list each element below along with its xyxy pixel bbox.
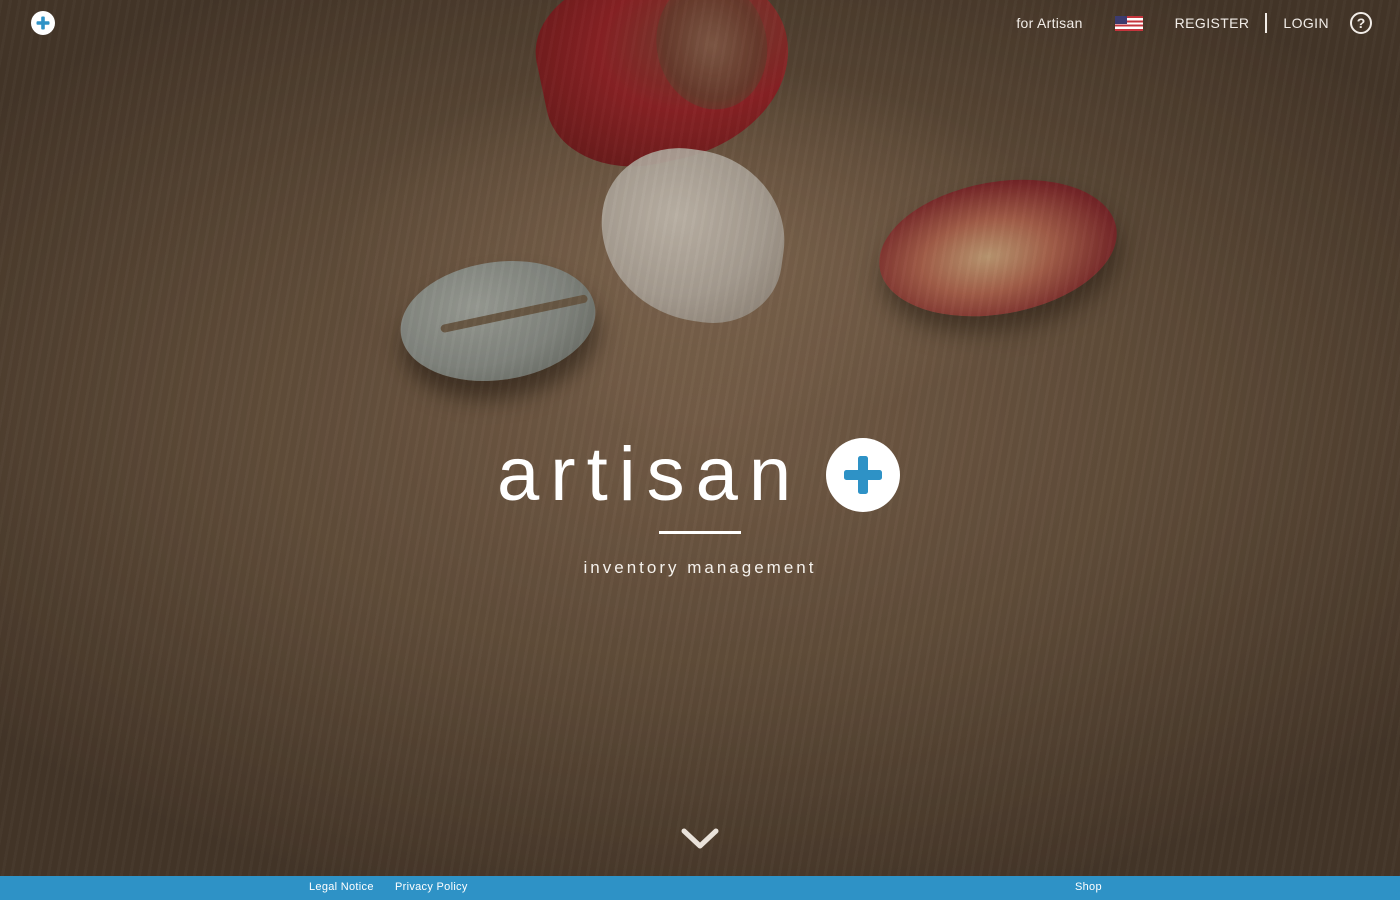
- tagline: inventory management: [583, 558, 817, 577]
- top-navigation-bar: for Artisan REGISTER LOGIN ?: [0, 0, 1400, 46]
- register-link[interactable]: REGISTER: [1175, 15, 1250, 31]
- nav-divider: [1265, 13, 1268, 33]
- brand-block: artisan inventory management: [0, 430, 1400, 590]
- us-flag-icon[interactable]: [1114, 15, 1143, 31]
- brand-wordmark: artisan: [497, 432, 803, 517]
- question-circle-icon[interactable]: ?: [1350, 12, 1372, 34]
- header-nav: for Artisan REGISTER LOGIN ?: [1016, 0, 1372, 46]
- coffee-cherry-half-image: [868, 162, 1128, 334]
- login-link[interactable]: LOGIN: [1283, 15, 1329, 31]
- brand-underline: [659, 531, 741, 534]
- privacy-policy-link[interactable]: Privacy Policy: [395, 881, 468, 893]
- green-coffee-bean-image: [392, 248, 604, 394]
- parchment-husk-image: [589, 137, 796, 333]
- for-artisan-label: for Artisan: [1016, 15, 1083, 31]
- footer-bar: Legal Notice Privacy Policy Shop: [0, 876, 1400, 900]
- chevron-down-icon[interactable]: [678, 822, 722, 856]
- legal-notice-link[interactable]: Legal Notice: [309, 881, 374, 893]
- shop-link[interactable]: Shop: [1075, 881, 1102, 893]
- plus-circle-icon: [826, 438, 900, 512]
- plus-circle-icon[interactable]: [31, 11, 55, 35]
